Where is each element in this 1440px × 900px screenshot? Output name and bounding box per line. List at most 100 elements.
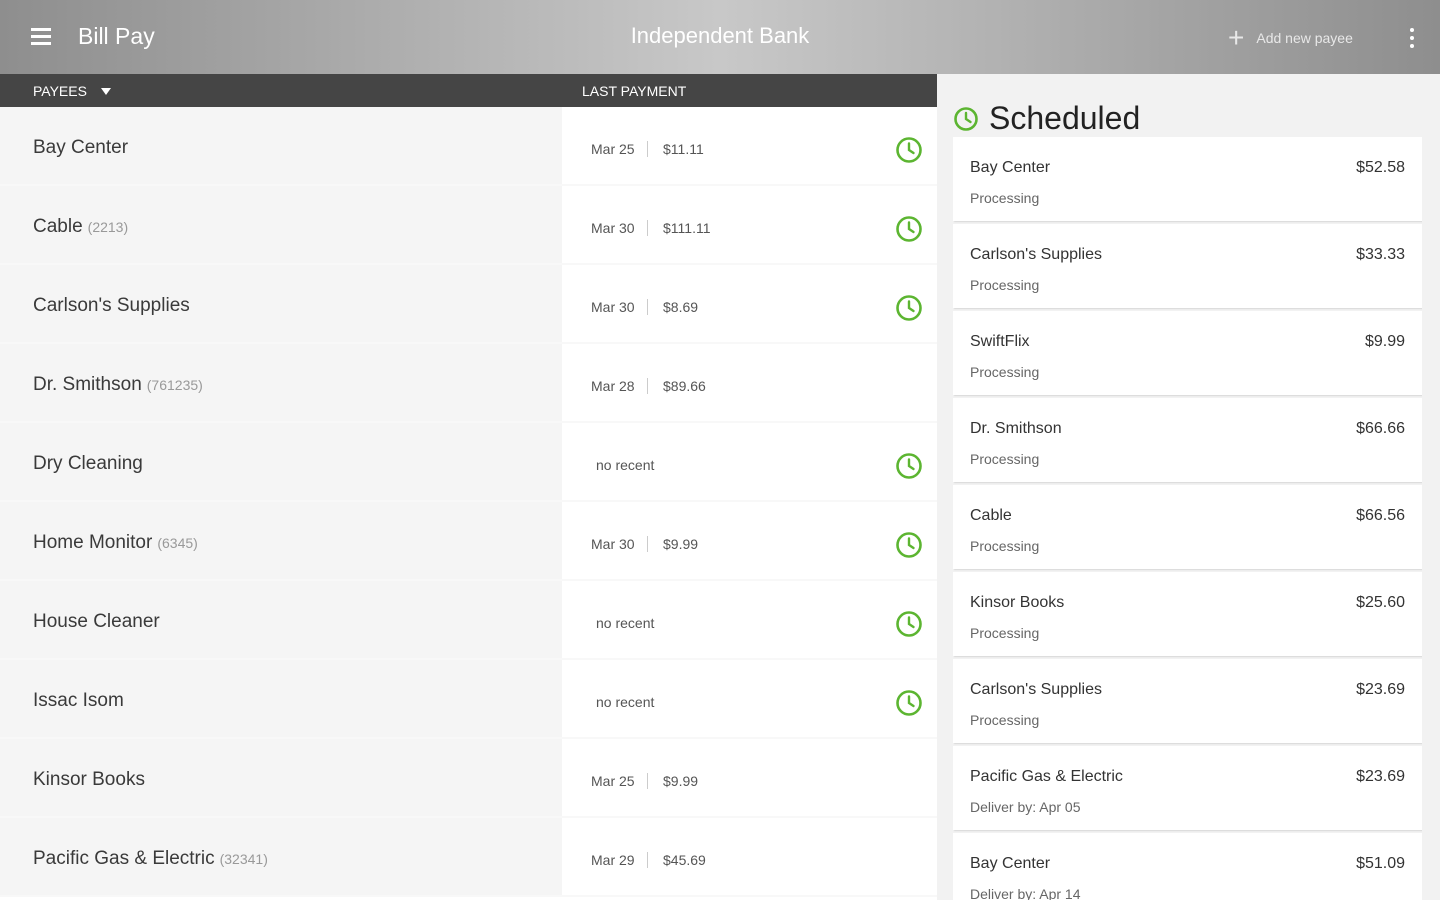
payee-row[interactable]: Dry Cleaning no recent: [0, 423, 937, 502]
payee-row[interactable]: Dr. Smithson (761235) Mar 28 $89.66: [0, 344, 937, 423]
scheduled-status: Processing: [970, 451, 1040, 467]
schedule-payment-clock-icon[interactable]: [895, 610, 923, 638]
last-payment-header-label: LAST PAYMENT: [582, 83, 687, 99]
scheduled-status: Deliver by: Apr 05: [970, 799, 1081, 815]
no-recent-label: no recent: [596, 457, 655, 473]
payee-name-cell: Bay Center: [0, 107, 562, 184]
scheduled-payment-card[interactable]: Cable $66.56 Processing: [953, 485, 1422, 569]
scheduled-status: Processing: [970, 625, 1040, 641]
scheduled-payee-name: Dr. Smithson: [970, 420, 1062, 437]
last-payment-cell: Mar 30 $9.99: [562, 502, 937, 579]
bank-name: Independent Bank: [630, 23, 810, 48]
payee-name-cell: Kinsor Books: [0, 739, 562, 816]
menu-icon[interactable]: [24, 22, 58, 52]
payee-account-number: (761235): [146, 377, 203, 393]
payee-account-number: (6345): [157, 535, 198, 551]
scheduled-payment-card[interactable]: Carlson's Supplies $33.33 Processing: [953, 224, 1422, 308]
last-payment-cell: Mar 29 $45.69: [562, 818, 937, 895]
payee-name: Issac Isom: [33, 690, 124, 712]
scheduled-amount: $9.99: [1364, 333, 1405, 350]
payee-name: Dry Cleaning: [33, 453, 143, 475]
app-title: Bill Pay: [78, 23, 155, 49]
scheduled-status: Deliver by: Apr 14: [970, 886, 1081, 900]
scheduled-amount: $66.56: [1356, 507, 1405, 524]
payee-name-text: Pacific Gas & Electric: [33, 848, 215, 869]
more-vert-icon[interactable]: [1400, 24, 1424, 52]
payee-row[interactable]: Carlson's Supplies Mar 30 $8.69: [0, 265, 937, 344]
scheduled-payee-name: Carlson's Supplies: [970, 681, 1103, 698]
payee-name-cell: Dr. Smithson (761235): [0, 344, 562, 421]
payee-name-cell: Home Monitor (6345): [0, 502, 562, 579]
payee-row[interactable]: House Cleaner no recent: [0, 581, 937, 660]
last-payment-amount: $45.69: [663, 852, 706, 868]
payee-list-header: PAYEES LAST PAYMENT: [0, 74, 937, 107]
last-payment-date: Mar 29: [591, 852, 648, 868]
scheduled-payee-name: Carlson's Supplies: [970, 246, 1103, 263]
last-payment-cell: Mar 30 $111.11: [562, 186, 937, 263]
payee-name-cell: Pacific Gas & Electric (32341): [0, 818, 562, 895]
payee-name-text: House Cleaner: [33, 611, 160, 632]
scheduled-amount: $52.58: [1356, 159, 1405, 176]
scheduled-payment-card[interactable]: Carlson's Supplies $23.69 Processing: [953, 659, 1422, 743]
last-payment-amount: $111.11: [663, 220, 711, 236]
last-payment-date: Mar 30: [591, 536, 648, 552]
no-recent-label: no recent: [596, 694, 655, 710]
payee-name-text: Home Monitor: [33, 532, 153, 553]
payee-row[interactable]: Issac Isom no recent: [0, 660, 937, 739]
scheduled-payee-name: SwiftFlix: [970, 333, 1030, 350]
last-payment-date: Mar 25: [591, 773, 648, 789]
scheduled-payee-name: Kinsor Books: [970, 594, 1065, 611]
scheduled-status: Processing: [970, 277, 1040, 293]
scheduled-payment-card[interactable]: Bay Center $51.09 Deliver by: Apr 14: [953, 833, 1422, 900]
scheduled-payment-card[interactable]: Bay Center $52.58 Processing: [953, 137, 1422, 221]
clock-icon: [954, 106, 978, 131]
scheduled-payee-name: Pacific Gas & Electric: [970, 768, 1123, 785]
app-bar: Bill Pay Independent Bank + Add new paye…: [0, 0, 1440, 74]
schedule-payment-clock-icon[interactable]: [895, 531, 923, 559]
add-new-payee-label: Add new payee: [1256, 30, 1353, 46]
last-payment-cell: Mar 30 $8.69: [562, 265, 937, 342]
payee-row[interactable]: Kinsor Books Mar 25 $9.99: [0, 739, 937, 818]
schedule-payment-clock-icon[interactable]: [895, 215, 923, 243]
plus-icon: +: [1228, 22, 1245, 53]
last-payment-cell: no recent: [562, 423, 937, 500]
payee-name-text: Dry Cleaning: [33, 453, 143, 474]
payee-row[interactable]: Bay Center Mar 25 $11.11: [0, 107, 937, 186]
payee-name: Dr. Smithson (761235): [33, 374, 203, 396]
payee-account-number: (32341): [219, 851, 268, 867]
payee-name-text: Cable: [33, 216, 83, 237]
payees-sort-dropdown[interactable]: PAYEES: [33, 83, 111, 99]
schedule-payment-clock-icon[interactable]: [895, 136, 923, 164]
payee-name-cell: Dry Cleaning: [0, 423, 562, 500]
scheduled-status: Processing: [970, 190, 1040, 206]
schedule-payment-clock-icon[interactable]: [895, 452, 923, 480]
payee-row[interactable]: Cable (2213) Mar 30 $111.11: [0, 186, 937, 265]
payee-name-cell: Issac Isom: [0, 660, 562, 737]
payee-name-cell: House Cleaner: [0, 581, 562, 658]
scheduled-status: Processing: [970, 364, 1040, 380]
last-payment-amount: $8.69: [663, 299, 699, 315]
no-recent-label: no recent: [596, 615, 655, 631]
scheduled-amount: $51.09: [1356, 855, 1405, 872]
scheduled-amount: $66.66: [1356, 420, 1405, 437]
add-new-payee-button[interactable]: + Add new payee: [1228, 24, 1353, 52]
scheduled-payment-card[interactable]: SwiftFlix $9.99 Processing: [953, 311, 1422, 395]
payee-name-cell: Carlson's Supplies: [0, 265, 562, 342]
scheduled-amount: $33.33: [1356, 246, 1405, 263]
scheduled-payment-card[interactable]: Pacific Gas & Electric $23.69 Deliver by: …: [953, 746, 1422, 830]
last-payment-cell: no recent: [562, 581, 937, 658]
last-payment-cell: Mar 28 $89.66: [562, 344, 937, 421]
payee-name-text: Kinsor Books: [33, 769, 145, 790]
schedule-payment-clock-icon[interactable]: [895, 689, 923, 717]
payee-row[interactable]: Home Monitor (6345) Mar 30 $9.99: [0, 502, 937, 581]
scheduled-payee-name: Cable: [970, 507, 1012, 524]
scheduled-payment-card[interactable]: Dr. Smithson $66.66 Processing: [953, 398, 1422, 482]
payee-name: House Cleaner: [33, 611, 160, 633]
payee-row[interactable]: Pacific Gas & Electric (32341) Mar 29 $45.6…: [0, 818, 937, 897]
scheduled-panel: Scheduled Bay Center $52.58 Processing Carl…: [937, 74, 1440, 900]
last-payment-cell: Mar 25 $11.11: [562, 107, 937, 184]
scheduled-payment-card[interactable]: Kinsor Books $25.60 Processing: [953, 572, 1422, 656]
caret-down-icon: [100, 87, 111, 95]
last-payment-amount: $11.11: [663, 141, 704, 157]
schedule-payment-clock-icon[interactable]: [895, 294, 923, 322]
